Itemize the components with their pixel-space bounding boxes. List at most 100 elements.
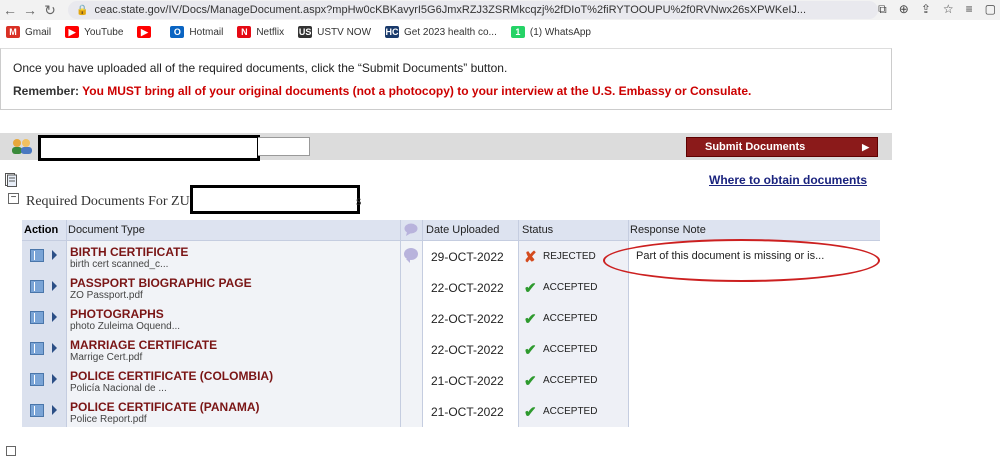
comment-icon[interactable] xyxy=(404,248,418,263)
ustv-icon: US xyxy=(298,26,313,38)
row-status-cell: ✔ ACCEPTED xyxy=(518,334,628,365)
table-row: PHOTOGRAPHS photo Zuleima Oquend... 22-O… xyxy=(22,303,880,334)
status-text: ACCEPTED xyxy=(543,406,598,417)
view-document-icon[interactable] xyxy=(30,249,44,262)
status-text: ACCEPTED xyxy=(543,282,598,293)
row-action-cell xyxy=(22,272,66,303)
redacted-section-name xyxy=(190,185,360,214)
row-status-cell: ✔ ACCEPTED xyxy=(518,272,628,303)
bookmark-label: YouTube xyxy=(84,26,124,38)
netflix-icon: N xyxy=(237,26,252,38)
share-icon[interactable]: ⇪ xyxy=(921,2,931,17)
row-response-note-cell xyxy=(628,334,880,365)
whatsapp-icon: 1 xyxy=(510,26,525,38)
status-text: ACCEPTED xyxy=(543,313,598,324)
row-document-type-cell: POLICE CERTIFICATE (PANAMA) Police Repor… xyxy=(66,396,400,427)
expand-arrow-icon[interactable] xyxy=(52,250,57,260)
document-file-name: ZO Passport.pdf xyxy=(70,290,143,301)
view-document-icon[interactable] xyxy=(30,373,44,386)
submit-documents-button[interactable]: Submit Documents ▶ xyxy=(686,137,878,157)
reading-list-icon[interactable]: ≡ xyxy=(966,2,973,17)
status-text: REJECTED xyxy=(543,251,596,262)
youtube-icon: ▶ xyxy=(137,26,152,38)
status-text: ACCEPTED xyxy=(543,344,598,355)
expand-arrow-icon[interactable] xyxy=(52,405,57,415)
view-document-icon[interactable] xyxy=(30,280,44,293)
row-response-note-cell xyxy=(628,396,880,427)
accepted-check-icon: ✔ xyxy=(524,404,537,421)
row-document-type-cell: PASSPORT BIOGRAPHIC PAGE ZO Passport.pdf xyxy=(66,272,400,303)
url-bar[interactable]: 🔒 ceac.state.gov/IV/Docs/ManageDocument.… xyxy=(68,1,878,19)
bookmark-item[interactable]: ▶ YouTube xyxy=(65,26,123,38)
row-comment-cell xyxy=(400,334,422,365)
zoom-icon[interactable]: ⊕ xyxy=(899,2,909,17)
translate-icon[interactable]: ⧉ xyxy=(878,2,887,17)
bookmark-label: Get 2023 health co... xyxy=(404,26,497,38)
remember-notice: Remember: You MUST bring all of your ori… xyxy=(13,84,879,98)
row-action-cell xyxy=(22,303,66,334)
row-comment-cell xyxy=(400,272,422,303)
expand-arrow-icon[interactable] xyxy=(52,281,57,291)
back-icon[interactable]: ← xyxy=(0,2,20,18)
document-type-name[interactable]: PASSPORT BIOGRAPHIC PAGE xyxy=(70,276,252,290)
status-text: ACCEPTED xyxy=(543,375,598,386)
document-type-name[interactable]: POLICE CERTIFICATE (COLOMBIA) xyxy=(70,369,273,383)
bookmark-star-icon[interactable]: ☆ xyxy=(943,2,954,17)
bookmark-label: Hotmail xyxy=(189,26,224,38)
bookmark-item[interactable]: M Gmail xyxy=(6,26,51,38)
bookmark-item[interactable]: HC Get 2023 health co... xyxy=(385,26,497,38)
bookmark-item[interactable]: ▶ xyxy=(137,26,156,38)
header-date-uploaded: Date Uploaded xyxy=(426,224,500,236)
collapse-toggle[interactable]: − xyxy=(8,193,19,204)
remember-label: Remember: xyxy=(13,84,80,98)
bookmark-item[interactable]: O Hotmail xyxy=(170,26,223,38)
reload-icon[interactable]: ↻ xyxy=(40,2,60,19)
date-uploaded: 21-OCT-2022 xyxy=(431,405,504,419)
date-uploaded: 22-OCT-2022 xyxy=(431,343,504,357)
bookmarks-bar: M Gmail ▶ YouTube ▶ O Hotmail N Netflix US USTV NO… xyxy=(0,22,1000,42)
view-document-icon[interactable] xyxy=(30,342,44,355)
row-comment-cell xyxy=(400,396,422,427)
row-comment-cell xyxy=(400,365,422,396)
document-type-name[interactable]: POLICE CERTIFICATE (PANAMA) xyxy=(70,400,260,414)
browser-actions: ⧉ ⊕ ⇪ ☆ ≡ ▢ xyxy=(878,2,996,17)
expand-arrow-icon[interactable] xyxy=(52,312,57,322)
document-type-name[interactable]: MARRIAGE CERTIFICATE xyxy=(70,338,217,352)
row-date-cell: 22-OCT-2022 xyxy=(422,303,518,334)
highlight-ellipse-annotation xyxy=(603,239,880,282)
date-uploaded: 29-OCT-2022 xyxy=(431,250,504,264)
bookmark-item[interactable]: US USTV NOW xyxy=(298,26,371,38)
sidepanel-icon[interactable]: ▢ xyxy=(985,2,996,17)
bookmark-label: (1) WhatsApp xyxy=(529,26,591,38)
table-row: POLICE CERTIFICATE (PANAMA) Police Repor… xyxy=(22,396,880,427)
view-document-icon[interactable] xyxy=(30,404,44,417)
document-icon[interactable] xyxy=(5,173,17,187)
upload-instruction: Once you have uploaded all of the requir… xyxy=(13,61,508,75)
row-date-cell: 21-OCT-2022 xyxy=(422,396,518,427)
bookmark-label: Netflix xyxy=(256,26,285,38)
redacted-applicant-name xyxy=(38,135,260,161)
applicant-bar: Submit Documents ▶ xyxy=(0,133,892,161)
expand-arrow-icon[interactable] xyxy=(52,374,57,384)
bookmark-item[interactable]: 1 (1) WhatsApp xyxy=(510,26,591,38)
bookmark-item[interactable]: N Netflix xyxy=(237,26,284,38)
expand-toggle[interactable] xyxy=(6,446,16,456)
view-document-icon[interactable] xyxy=(30,311,44,324)
row-date-cell: 22-OCT-2022 xyxy=(422,334,518,365)
row-action-cell xyxy=(22,334,66,365)
forward-icon[interactable]: → xyxy=(20,2,40,18)
table-row: MARRIAGE CERTIFICATE Marrige Cert.pdf 22… xyxy=(22,334,880,365)
accepted-check-icon: ✔ xyxy=(524,342,537,359)
where-to-obtain-documents-link[interactable]: Where to obtain documents xyxy=(709,173,867,187)
document-type-name[interactable]: PHOTOGRAPHS xyxy=(70,307,164,321)
comment-icon xyxy=(404,223,418,236)
row-action-cell xyxy=(22,241,66,272)
document-type-name[interactable]: BIRTH CERTIFICATE xyxy=(70,245,188,259)
section-title: Required Documents For ZU xyxy=(26,194,190,209)
rejected-x-icon: ✘ xyxy=(524,249,537,266)
row-date-cell: 29-OCT-2022 xyxy=(422,241,518,272)
expand-arrow-icon[interactable] xyxy=(52,343,57,353)
url-text: ceac.state.gov/IV/Docs/ManageDocument.as… xyxy=(94,4,807,16)
row-document-type-cell: PHOTOGRAPHS photo Zuleima Oquend... xyxy=(66,303,400,334)
submit-documents-label: Submit Documents xyxy=(705,141,806,153)
